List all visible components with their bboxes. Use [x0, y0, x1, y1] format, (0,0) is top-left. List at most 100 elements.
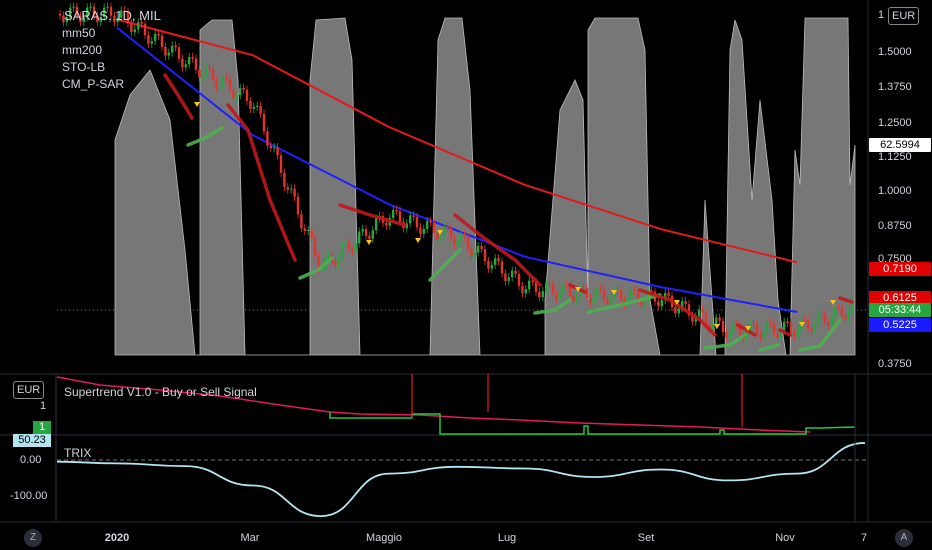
candle-body	[466, 236, 470, 249]
signal-marker	[415, 238, 421, 243]
candle-body	[592, 297, 595, 304]
price-tick: 1.0000	[878, 185, 912, 197]
candle-body	[538, 291, 541, 298]
candle-body	[443, 226, 446, 235]
candle-body	[456, 240, 459, 245]
candle-body	[599, 288, 602, 290]
price-tick: 0.8750	[878, 220, 912, 232]
candle-body	[154, 33, 157, 41]
time-tick: Set	[637, 532, 655, 544]
candle-body	[793, 332, 796, 337]
candle-body	[432, 222, 436, 233]
candle-body	[551, 283, 555, 294]
candle-body	[596, 288, 599, 298]
candle-body	[715, 317, 718, 325]
candle-body	[191, 56, 194, 59]
candle-body	[575, 295, 578, 302]
signal-marker	[194, 102, 200, 107]
candle-body	[184, 64, 187, 68]
candle-body	[215, 80, 218, 89]
candle-body	[633, 289, 636, 292]
indicator-mm200[interactable]: mm200	[62, 43, 102, 57]
candle-body	[364, 229, 368, 236]
mm50-value-tag: 0.5225	[869, 318, 931, 332]
candle-body	[446, 226, 449, 228]
auto-scale-button[interactable]: A	[895, 529, 913, 547]
candle-body	[249, 100, 252, 109]
candle-body	[181, 58, 184, 68]
candle-body	[283, 172, 286, 187]
candle-body	[500, 261, 504, 274]
candle-body	[470, 248, 473, 257]
candle-body	[296, 196, 300, 215]
candle-body	[776, 333, 779, 338]
candle-body	[528, 280, 531, 290]
candle-body	[201, 74, 204, 78]
candle-body	[834, 307, 837, 317]
time-tick: Nov	[775, 532, 795, 544]
candle-body	[171, 45, 174, 53]
candle-body	[602, 289, 606, 300]
candle-body	[772, 323, 776, 334]
candle-body	[150, 40, 153, 44]
candle-body	[711, 324, 714, 330]
supertrend-tag: 1	[33, 421, 51, 434]
candle-body	[371, 230, 374, 239]
candle-body	[436, 232, 439, 240]
candle-body	[548, 282, 551, 284]
candle-body	[174, 45, 177, 48]
candle-body	[133, 29, 136, 33]
supertrend-title[interactable]: Supertrend V1.0 - Buy or Sell Signal	[64, 385, 257, 399]
candle-body	[395, 209, 398, 212]
time-tick: Lug	[497, 532, 517, 544]
candle-body	[177, 47, 181, 59]
symbol-title: SARAS, 1D, MIL	[64, 8, 161, 23]
zoom-button[interactable]: Z	[24, 529, 42, 547]
candle-body	[208, 67, 211, 69]
candle-body	[483, 249, 487, 261]
candle-body	[789, 323, 793, 333]
chart-canvas[interactable]	[0, 0, 932, 550]
candle-body	[766, 322, 769, 332]
candle-body	[375, 218, 378, 231]
candle-body	[718, 317, 721, 321]
candle-body	[412, 215, 415, 217]
supertrend-tick: 1	[40, 400, 47, 412]
candle-body	[252, 106, 255, 109]
candle-body	[256, 105, 259, 107]
candle-body	[541, 291, 544, 298]
candle-body	[290, 188, 293, 190]
candle-body	[568, 285, 572, 296]
candle-body	[806, 320, 810, 329]
candle-body	[368, 235, 371, 239]
candle-body	[660, 300, 663, 307]
stoch-value-tag: 62.5994	[869, 138, 931, 152]
candle-body	[293, 188, 296, 197]
candle-body	[276, 147, 279, 156]
candle-body	[303, 228, 306, 231]
candle-body	[188, 56, 191, 65]
candle-body	[759, 334, 762, 339]
candle-body	[269, 145, 272, 149]
time-tick: 2020	[104, 532, 130, 544]
candle-body	[273, 147, 276, 149]
indicator-psar[interactable]: CM_P-SAR	[62, 77, 124, 91]
stoch-band	[114, 17, 856, 356]
price-tick-top: 1	[878, 9, 885, 21]
candle-body	[205, 67, 208, 75]
price-tick: 1.5000	[878, 46, 912, 58]
candle-body	[497, 258, 500, 262]
indicator-sto[interactable]: STO-LB	[62, 60, 105, 74]
candle-body	[460, 233, 463, 241]
candle-body	[429, 220, 432, 223]
indicator-mm50[interactable]: mm50	[62, 26, 95, 40]
candle-body	[511, 270, 514, 278]
candle-body	[307, 229, 310, 231]
candle-body	[361, 229, 364, 232]
currency-badge[interactable]: EUR	[888, 7, 920, 25]
pane-currency-badge[interactable]: EUR	[13, 381, 45, 399]
candle-body	[480, 245, 483, 250]
candle-body	[358, 231, 361, 244]
trix-title[interactable]: TRIX	[64, 446, 91, 460]
candle-body	[830, 316, 833, 326]
